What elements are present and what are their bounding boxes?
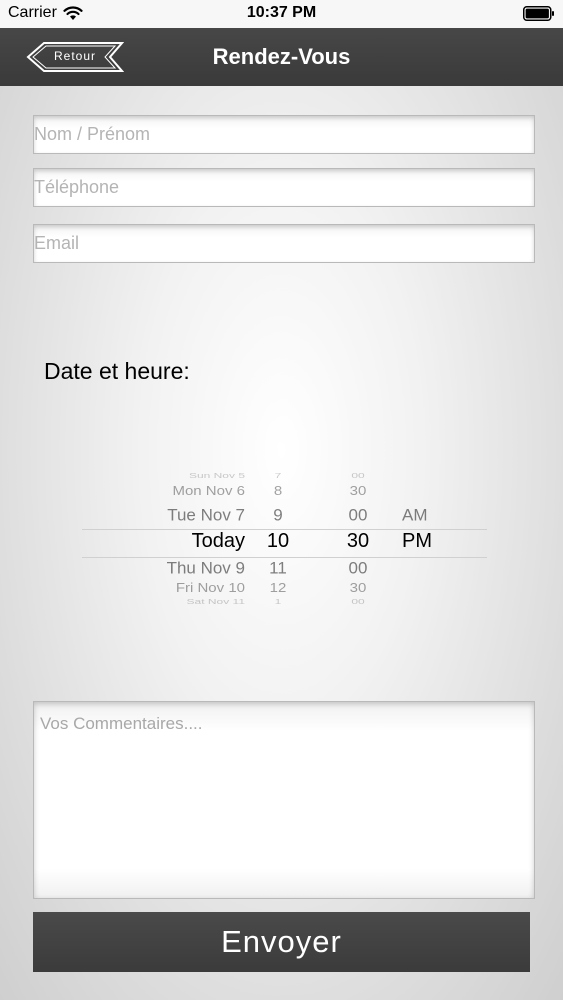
picker-hour: 12: [269, 581, 287, 596]
picker-minute: 30: [346, 530, 370, 552]
picker-minute: 00: [351, 471, 365, 480]
status-time: 10:37 PM: [246, 4, 317, 21]
picker-day: Sat Nov 11: [186, 597, 245, 606]
picker-day: Fri Nov 10: [175, 581, 245, 596]
email-field[interactable]: [33, 224, 535, 263]
battery-icon: [523, 6, 555, 21]
page-title: Rendez-Vous: [212, 44, 351, 69]
picker-minute: 00: [348, 559, 368, 578]
date-time-label: Date et heure:: [44, 358, 190, 384]
picker-hour: 7: [274, 471, 282, 480]
picker-hour: 1: [274, 597, 282, 606]
picker-minute: 30: [349, 581, 367, 596]
picker-day: Today: [191, 530, 245, 552]
picker-hour: 9: [273, 506, 283, 525]
phone-field[interactable]: [33, 168, 535, 207]
picker-hour: 10: [266, 530, 290, 552]
picker-day: Mon Nov 6: [172, 484, 245, 499]
picker-minute: 00: [351, 597, 365, 606]
nav-bar: Retour Rendez-Vous: [0, 28, 563, 86]
date-time-picker[interactable]: Sun Nov 5 7 00 Mon Nov 6 8 30 Tue Nov 7 9 00 AM To…: [82, 470, 487, 615]
picker-ampm: PM: [402, 530, 432, 552]
picker-hour: 8: [273, 484, 283, 499]
picker-day: Thu Nov 9: [166, 559, 245, 578]
picker-selection-bottom-line: [82, 557, 487, 558]
status-bar: Carrier 10:37 PM: [0, 0, 563, 28]
picker-day: Sun Nov 5: [188, 471, 245, 480]
picker-ampm: AM: [402, 506, 428, 525]
picker-minute: 30: [349, 484, 367, 499]
send-button[interactable]: Envoyer: [33, 912, 530, 972]
comments-field[interactable]: [33, 701, 535, 899]
name-field[interactable]: [33, 115, 535, 154]
picker-hour: 11: [269, 559, 287, 578]
picker-minute: 00: [348, 506, 368, 525]
picker-day: Tue Nov 7: [167, 506, 245, 525]
